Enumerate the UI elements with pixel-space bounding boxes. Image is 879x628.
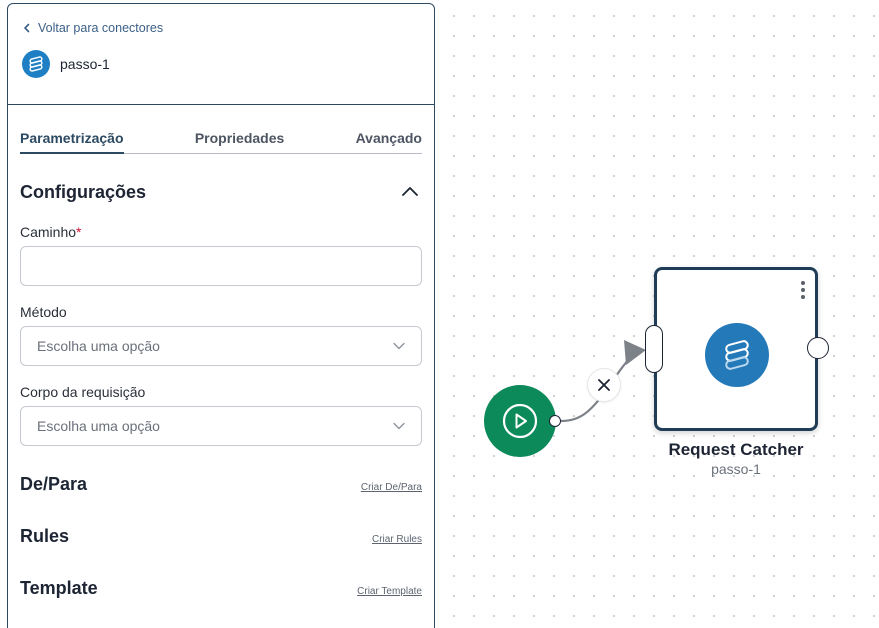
body-select[interactable]: Escolha uma opção	[20, 406, 422, 446]
path-input[interactable]	[20, 246, 422, 286]
method-select[interactable]: Escolha uma opção	[20, 326, 422, 366]
rules-title: Rules	[20, 526, 70, 546]
close-icon	[598, 379, 610, 391]
request-catcher-icon	[22, 50, 50, 78]
request-catcher-node[interactable]	[654, 267, 818, 431]
delete-edge-button[interactable]	[587, 368, 621, 402]
body-field-label: Corpo da requisição	[20, 384, 146, 400]
body-select-value: Escolha uma opção	[37, 418, 160, 434]
step-header: passo-1	[22, 50, 110, 78]
node-subtitle: passo-1	[711, 461, 761, 477]
tab-avancado[interactable]: Avançado	[356, 130, 422, 153]
template-title: Template	[20, 578, 98, 598]
chevron-down-icon	[393, 342, 405, 350]
tab-bar: Parametrização Propriedades Avançado	[20, 130, 422, 154]
chevron-down-icon	[393, 422, 405, 430]
de-para-section: De/Para Criar De/Para	[20, 474, 422, 495]
rules-section: Rules Criar Rules	[20, 526, 422, 547]
node-output-port[interactable]	[807, 337, 829, 359]
play-icon	[502, 403, 538, 439]
start-node[interactable]	[484, 385, 556, 457]
start-output-port[interactable]	[549, 415, 561, 427]
chevron-left-icon	[24, 23, 30, 33]
config-panel: Voltar para conectores passo-1 Parametri…	[7, 3, 435, 628]
path-label-text: Caminho	[20, 224, 77, 240]
step-name: passo-1	[60, 56, 110, 72]
node-title: Request Catcher	[668, 440, 804, 459]
create-rules-link[interactable]: Criar Rules	[372, 534, 422, 545]
back-link-label[interactable]: Voltar para conectores	[38, 21, 163, 35]
kebab-menu-icon[interactable]	[800, 280, 806, 300]
template-section: Template Criar Template	[20, 578, 422, 599]
required-mark: *	[76, 224, 82, 240]
request-catcher-icon	[705, 323, 769, 387]
panel-header: Voltar para conectores passo-1	[8, 4, 434, 105]
arrowhead-icon	[624, 340, 646, 365]
create-template-link[interactable]: Criar Template	[357, 586, 422, 597]
path-field-label: Caminho*	[20, 224, 81, 240]
node-input-port[interactable]	[645, 325, 663, 373]
create-de-para-link[interactable]: Criar De/Para	[361, 482, 422, 493]
config-section-title: Configurações	[20, 182, 147, 202]
back-to-connectors-link[interactable]: Voltar para conectores	[22, 21, 163, 35]
chevron-up-icon[interactable]	[400, 184, 420, 198]
de-para-title: De/Para	[20, 474, 88, 494]
method-select-value: Escolha uma opção	[37, 338, 160, 354]
method-field-label: Método	[20, 304, 67, 320]
tab-propriedades[interactable]: Propriedades	[195, 130, 284, 153]
tab-parametrizacao[interactable]: Parametrização	[20, 130, 124, 154]
